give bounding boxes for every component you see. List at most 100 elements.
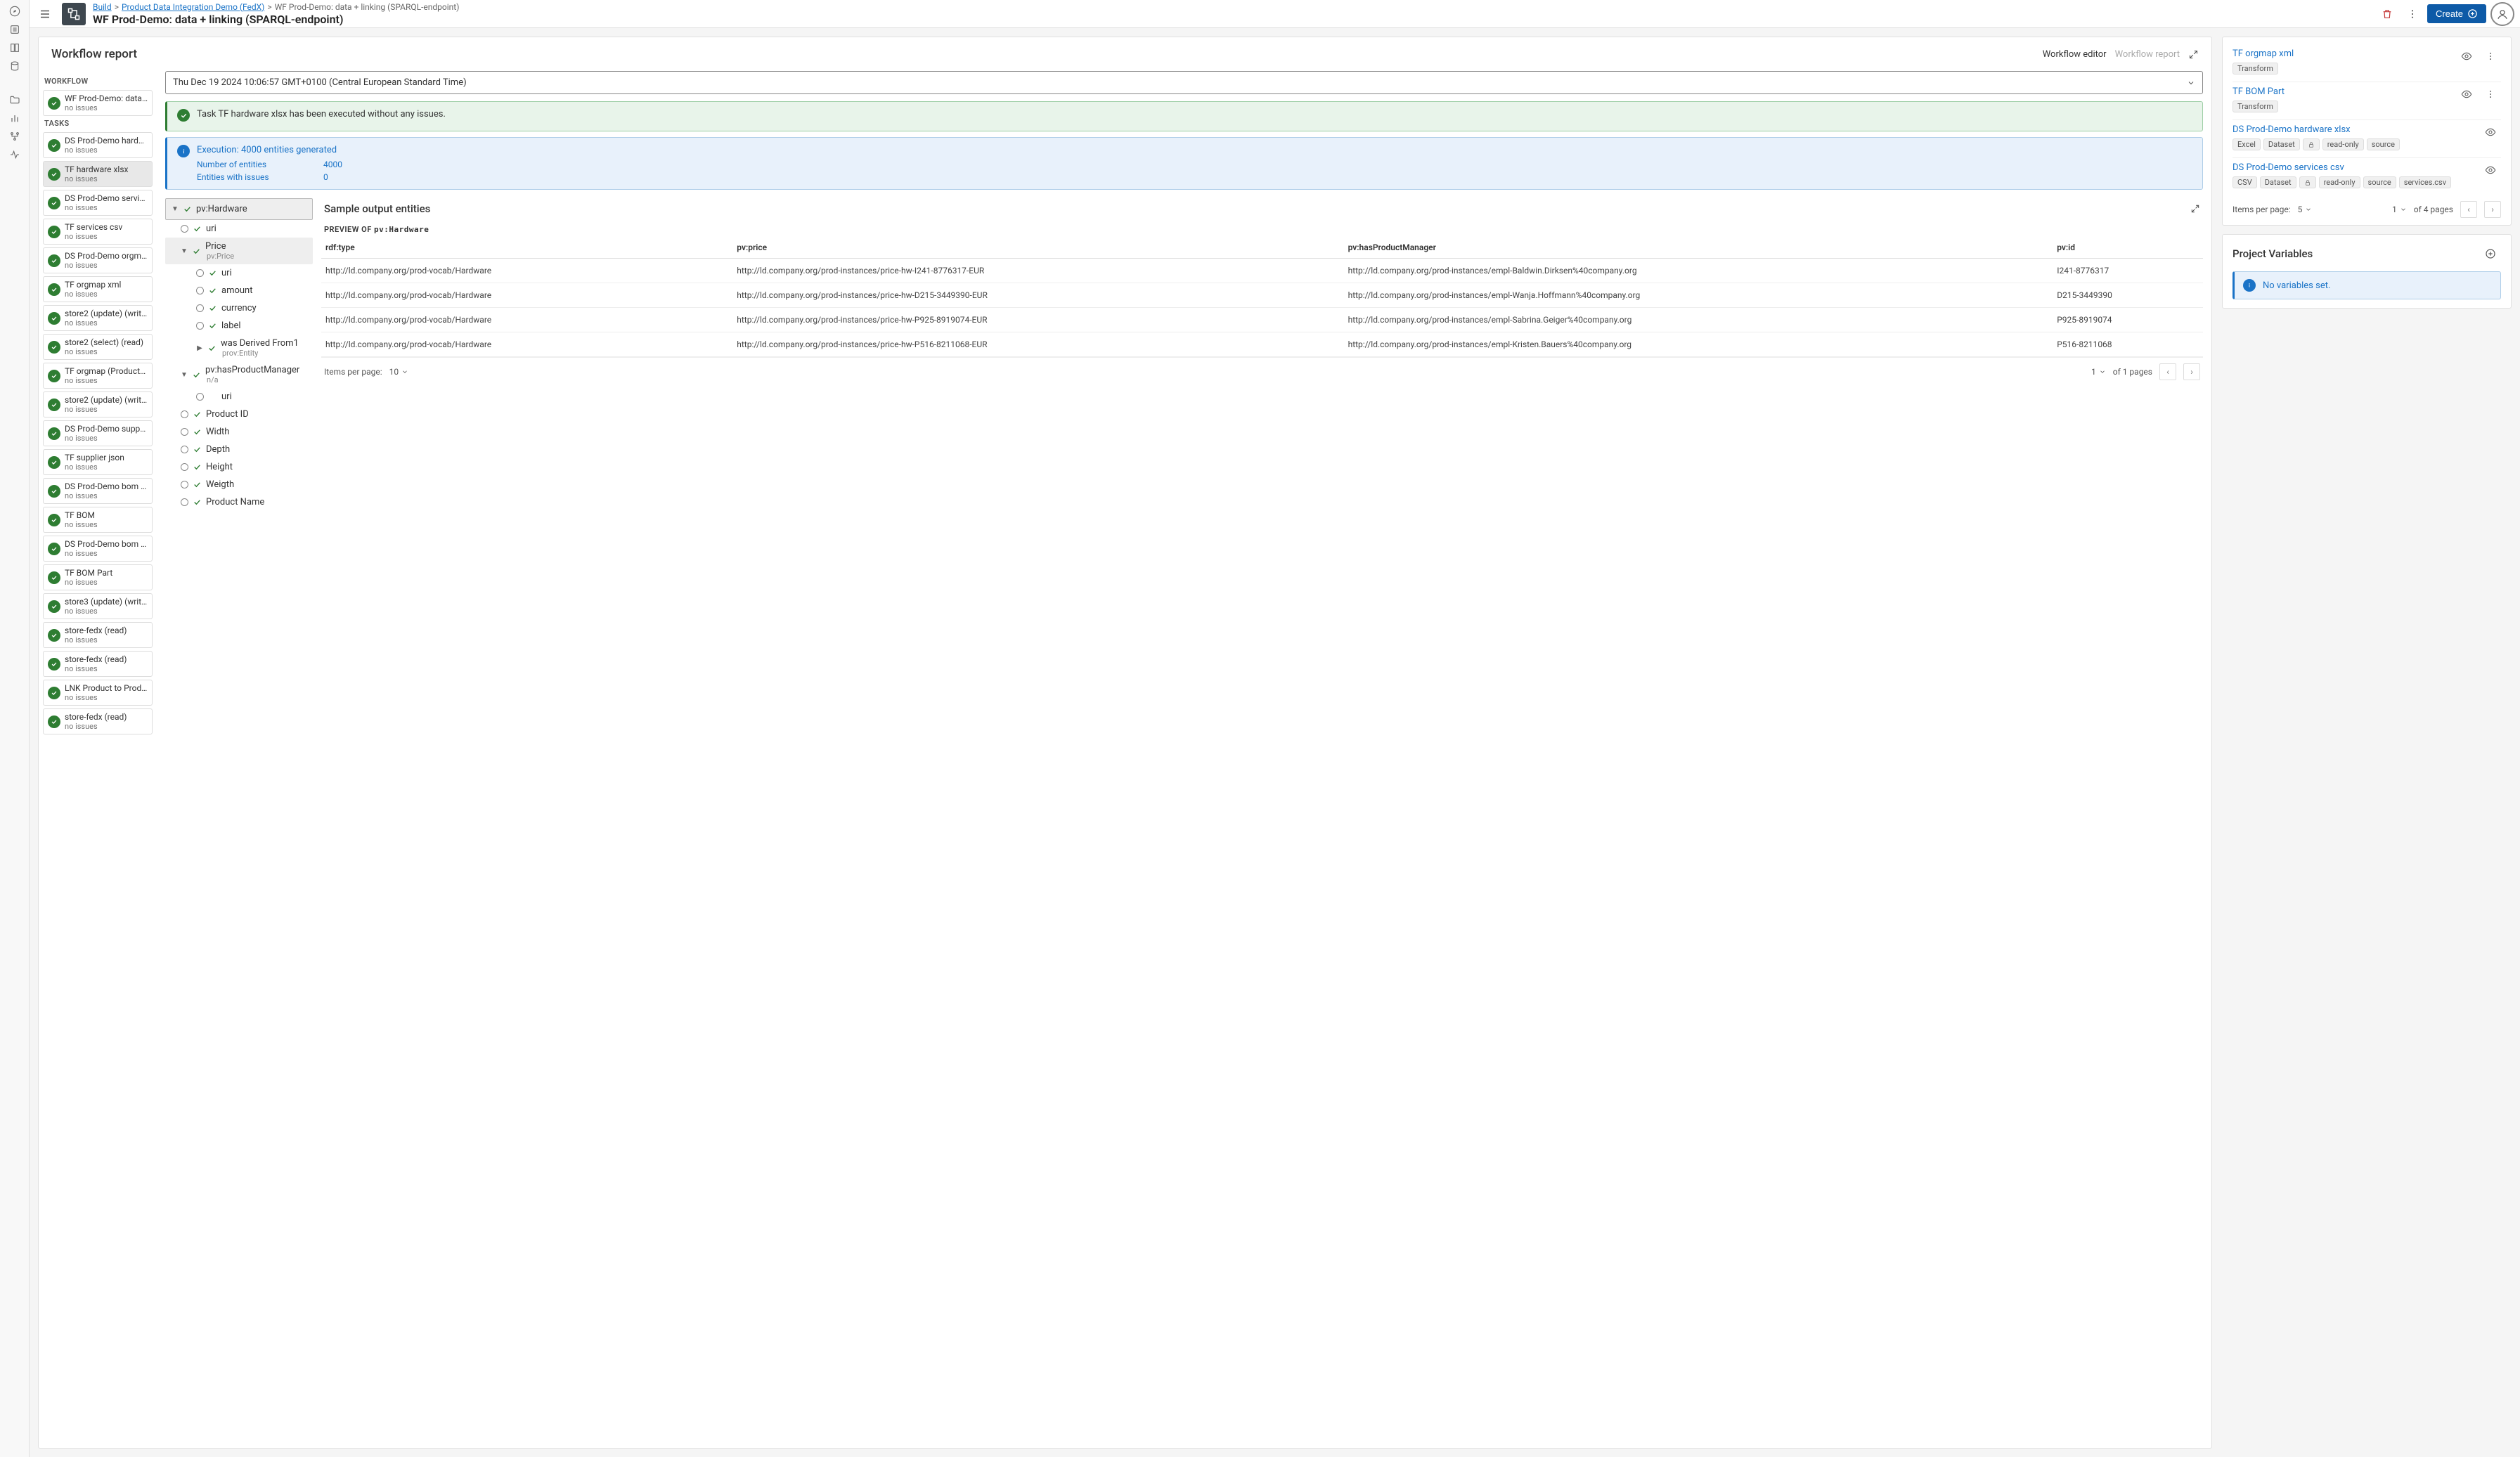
structure-node[interactable]: uri [165,388,313,406]
tree-task-item[interactable]: TF orgmap (Product Cate…no issues [43,363,153,389]
expand-icon[interactable] [2188,49,2199,60]
structure-node[interactable]: ▼pv:hasProductManagern/a [165,361,313,388]
check-icon [177,109,190,122]
tag: Dataset [2263,138,2300,150]
structure-node[interactable]: uri [165,220,313,238]
tree-task-item[interactable]: TF orgmap xmlno issues [43,276,153,302]
eye-icon[interactable] [2480,122,2501,143]
nav-workflow-icon[interactable] [2,128,27,145]
structure-node[interactable]: amount [165,282,313,299]
check-icon [48,600,60,613]
tree-task-item[interactable]: TF services csvno issues [43,219,153,245]
structure-node[interactable]: currency [165,299,313,317]
breadcrumb-root[interactable]: Build [93,2,112,12]
check-icon [193,498,202,507]
radio-icon [181,410,188,418]
project-variables-card: Project Variables No variables set. [2222,234,2512,309]
check-icon [48,427,60,440]
timestamp-value: Thu Dec 19 2024 10:06:57 GMT+0100 (Centr… [173,77,467,88]
check-icon [192,247,201,256]
page-prev-button[interactable]: ‹ [2460,201,2477,218]
structure-node[interactable]: Depth [165,441,313,458]
page-next-button[interactable]: › [2183,363,2200,380]
chevron-down-icon [2187,79,2195,87]
structure-node[interactable]: ▼Pricepv:Price [165,238,313,264]
related-item-title[interactable]: DS Prod-Demo hardware xlsx [2233,124,2501,135]
menu-icon[interactable] [35,4,55,24]
delete-icon[interactable] [2377,4,2398,25]
tree-task-item[interactable]: store-fedx (read)no issues [43,708,153,734]
items-per-page-select[interactable]: 10 [389,367,409,377]
check-icon [48,97,60,110]
page-select[interactable]: 1 [2392,205,2407,214]
tree-task-item[interactable]: LNK Product to ProductC…no issues [43,680,153,706]
nav-list-icon[interactable] [2,21,27,38]
structure-node[interactable]: Product ID [165,406,313,423]
nav-chart-icon[interactable] [2,110,27,127]
tree-task-item[interactable]: store-fedx (read)no issues [43,622,153,648]
sample-output-panel: Sample output entities PREVIEW OF pv:Har… [321,195,2203,1439]
tree-task-item[interactable]: DS Prod-Demo orgmap x…no issues [43,247,153,273]
tree-task-item[interactable]: TF supplier jsonno issues [43,449,153,475]
tree-task-item[interactable]: store2 (update) (write)no issues [43,305,153,331]
tree-task-item[interactable]: DS Prod-Demo supplier js…no issues [43,420,153,446]
structure-node[interactable]: Height [165,458,313,476]
nav-explore-icon[interactable] [2,3,27,20]
structure-node[interactable]: ▼pv:Hardware [165,198,313,220]
tree-task-item[interactable]: store2 (update) (write)no issues [43,391,153,417]
structure-node[interactable]: Product Name [165,493,313,511]
tree-task-item[interactable]: TF BOM Partno issues [43,564,153,590]
tab-workflow-editor[interactable]: Workflow editor [2043,49,2107,60]
tree-task-item[interactable]: DS Prod-Demo bom xlsx (…no issues [43,536,153,562]
tag: source [2363,176,2396,188]
tab-workflow-report[interactable]: Workflow report [2115,49,2180,60]
nav-activity-icon[interactable] [2,146,27,163]
topbar: Build > Product Data Integration Demo (F… [30,0,2520,28]
kebab-icon[interactable] [2402,4,2423,25]
kebab-icon[interactable] [2480,46,2501,67]
create-button-label: Create [2436,8,2463,19]
table-row: http://ld.company.org/prod-vocab/Hardwar… [321,259,2203,283]
items-per-page-select[interactable]: 5 [2298,205,2313,214]
nav-folder-icon[interactable] [2,91,27,108]
caret-down-icon: ▼ [181,247,188,255]
radio-icon [196,287,204,294]
structure-node[interactable]: label [165,317,313,335]
breadcrumb-project[interactable]: Product Data Integration Demo (FedX) [122,2,264,12]
structure-node[interactable]: uri [165,264,313,282]
expand-icon[interactable] [2190,204,2200,214]
check-icon [193,224,202,233]
page-next-button[interactable]: › [2484,201,2501,218]
eye-icon[interactable] [2480,160,2501,181]
breadcrumb: Build > Product Data Integration Demo (F… [93,2,2370,12]
page-select[interactable]: 1 [2091,367,2106,377]
eye-icon[interactable] [2456,84,2477,105]
tree-task-item[interactable]: TF BOMno issues [43,507,153,533]
page-prev-button[interactable]: ‹ [2159,363,2176,380]
tree-task-item[interactable]: store-fedx (read)no issues [43,651,153,677]
tree-task-item[interactable]: store3 (update) (write)no issues [43,593,153,619]
eye-icon[interactable] [2456,46,2477,67]
nav-book-icon[interactable] [2,39,27,56]
radio-icon [181,463,188,471]
tree-task-item[interactable]: DS Prod-Demo hardware …no issues [43,132,153,158]
tree-task-item[interactable]: DS Prod-Demo services c…no issues [43,190,153,216]
check-icon [48,658,60,671]
tree-task-item[interactable]: TF hardware xlsxno issues [43,161,153,187]
add-variable-button[interactable] [2480,243,2501,264]
nav-db-icon[interactable] [2,58,27,75]
execution-timestamp-select[interactable]: Thu Dec 19 2024 10:06:57 GMT+0100 (Centr… [165,71,2203,94]
tree-task-item[interactable]: store2 (select) (read)no issues [43,334,153,360]
check-icon [48,370,60,382]
check-icon [193,445,202,454]
structure-node[interactable]: ▶was Derived From1prov:Entity [165,335,313,361]
tree-task-item[interactable]: DS Prod-Demo bom xlsx (…no issues [43,478,153,504]
kebab-icon[interactable] [2480,84,2501,105]
create-button[interactable]: Create [2427,4,2486,23]
related-item-title[interactable]: DS Prod-Demo services csv [2233,162,2501,173]
tag: Transform [2233,63,2278,75]
tree-workflow-item[interactable]: WF Prod-Demo: data + lin…no issues [43,90,153,116]
user-avatar-icon[interactable] [2490,2,2514,26]
structure-node[interactable]: Weigth [165,476,313,493]
structure-node[interactable]: Width [165,423,313,441]
